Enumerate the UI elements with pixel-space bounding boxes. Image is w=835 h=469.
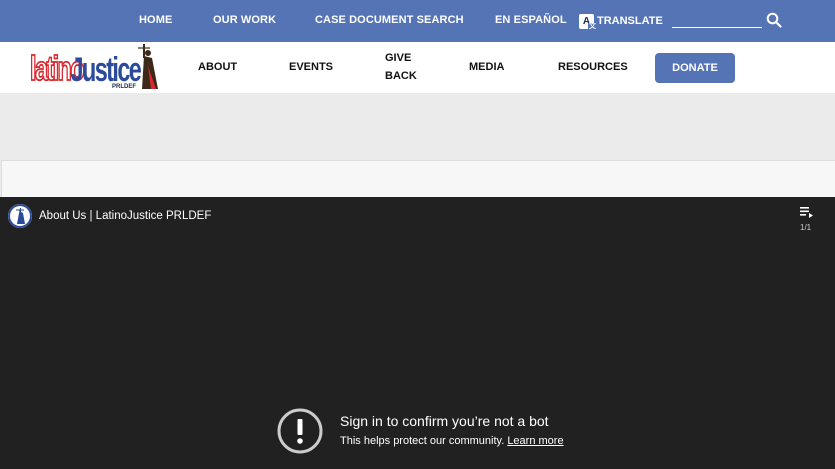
channel-avatar[interactable]: [8, 204, 32, 228]
channel-logo-icon: [8, 204, 32, 228]
page-banner-area: [0, 93, 835, 160]
lady-justice-figure-icon: [138, 44, 158, 89]
translate-label: TRANSLATE: [597, 15, 663, 27]
top-utility-bar: HOME OUR WORK CASE DOCUMENT SEARCH EN ES…: [0, 0, 835, 42]
nav-link-give-back[interactable]: GIVE BACK: [385, 50, 417, 84]
nav-link-give-line: GIVE: [385, 52, 412, 64]
bot-check-title: Sign in to confirm you’re not a bot: [340, 413, 549, 429]
embedded-video-player[interactable]: About Us | LatinoJustice PRLDEF 1/1 Sign…: [0, 197, 835, 469]
content-strip: [1, 160, 835, 197]
latinojustice-logo[interactable]: latino Justice PRLDEF: [30, 42, 162, 92]
learn-more-link[interactable]: Learn more: [507, 435, 563, 447]
nav-link-back-line: BACK: [385, 70, 417, 82]
alert-icon: [277, 408, 323, 454]
nav-link-our-work[interactable]: OUR WORK: [213, 14, 276, 26]
search-input[interactable]: [672, 13, 762, 28]
main-nav-bar: latino Justice PRLDEF ABOUT EVENTS GIVE …: [0, 42, 835, 93]
nav-link-media[interactable]: MEDIA: [469, 61, 504, 73]
search-icon[interactable]: [766, 12, 782, 28]
nav-link-en-espanol[interactable]: EN ESPAÑOL: [495, 14, 567, 26]
translate-icon: A文: [579, 13, 597, 31]
translate-widget[interactable]: A文 TRANSLATE: [579, 11, 663, 31]
video-title[interactable]: About Us | LatinoJustice PRLDEF: [39, 210, 211, 222]
playlist-icon[interactable]: [800, 207, 814, 219]
bot-check-body: This helps protect our community.: [340, 435, 505, 447]
bot-check-message: This helps protect our community. Learn …: [340, 435, 564, 447]
nav-link-home[interactable]: HOME: [139, 14, 172, 26]
nav-link-events[interactable]: EVENTS: [289, 61, 333, 73]
nav-link-about[interactable]: ABOUT: [198, 61, 237, 73]
logo-prldef-text: PRLDEF: [112, 84, 136, 90]
playlist-count: 1/1: [800, 223, 812, 232]
nav-link-case-document-search[interactable]: CASE DOCUMENT SEARCH: [315, 14, 464, 26]
donate-button[interactable]: DONATE: [655, 53, 735, 83]
nav-link-resources[interactable]: RESOURCES: [558, 61, 628, 73]
